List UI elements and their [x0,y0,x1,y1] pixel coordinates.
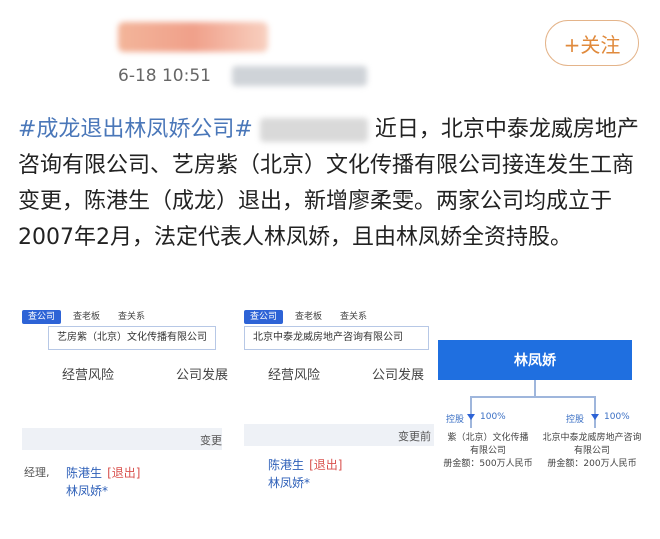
tab-business-risk[interactable]: 经营风险 [62,364,114,383]
row-role-label: 经理, [24,466,50,479]
connector-line [534,380,536,396]
company-name-line2: 有限公司 [573,446,610,456]
percent-left: 100% [480,412,506,422]
tab-company-development[interactable]: 公司发展 [176,364,228,383]
tab-company-development[interactable]: 公司发展 [372,364,424,383]
relation-label-left: 控股 [446,415,465,425]
tab-company[interactable]: 查公司 [22,310,62,324]
owner-node[interactable]: 林凤娇 [438,340,632,380]
person-row-1: 陈港生 [退出] [66,462,140,481]
post-body: #成龙退出林凤娇公司# 近日，北京中泰龙威房地产咨询有限公司、艺房紫（北京）文化… [18,112,643,256]
hashtag-link[interactable]: #成龙退出林凤娇公司# [18,117,253,142]
search-tabs: 查公司 查老板 查关系 [22,310,222,324]
exit-tag: [退出] [309,458,343,472]
connector-line [470,396,472,428]
screenshot-panel-2: 查公司 查老板 查关系 北京中泰龙威房地产咨询有限公司 [244,310,434,350]
person-row-1: 陈港生 [退出] [268,454,342,473]
tab-company[interactable]: 查公司 [244,310,284,324]
tab-relation[interactable]: 查关系 [112,310,151,324]
company-name-line2: 有限公司 [469,446,506,456]
tab-business-risk[interactable]: 经营风险 [268,364,320,383]
exit-tag: [退出] [107,466,141,480]
follow-button[interactable]: +关注 [545,20,639,66]
person-link[interactable]: 陈港生 [66,466,102,480]
company-name: 北京中泰龙威房地产咨询 [542,433,642,443]
search-tabs: 查公司 查老板 查关系 [244,310,434,324]
screenshot-panel-1: 查公司 查老板 查关系 艺房紫（北京）文化传播有限公司 [22,310,222,350]
registered-capital: 册金额：500万人民币 [443,459,533,469]
registered-capital: 册金额：200万人民币 [547,459,637,469]
person-link[interactable]: 陈港生 [268,458,304,472]
connector-line [470,396,596,398]
change-column-header: 变更前 [398,430,431,443]
mention-blurred [259,118,368,142]
change-header-band [22,428,222,450]
post-source-blurred [232,66,367,86]
post-time: 6-18 10:51 [118,66,211,86]
company-name: 紫（北京）文化传播 [447,433,529,443]
subsidiary-node-left[interactable]: 紫（北京）文化传播 有限公司 册金额：500万人民币 [438,432,538,471]
username-blurred [118,22,268,52]
relation-label-right: 控股 [566,415,585,425]
arrow-down-icon [591,414,599,420]
person-link-2[interactable]: 林凤娇* [66,482,108,499]
arrow-down-icon [467,414,475,420]
person-link-2[interactable]: 林凤娇* [268,474,310,491]
tab-relation[interactable]: 查关系 [334,310,373,324]
tab-boss[interactable]: 查老板 [67,310,106,324]
percent-right: 100% [604,412,630,422]
company-search-field[interactable]: 艺房紫（北京）文化传播有限公司 [48,326,216,350]
tab-boss[interactable]: 查老板 [289,310,328,324]
subsidiary-node-right[interactable]: 北京中泰龙威房地产咨询 有限公司 册金额：200万人民币 [542,432,642,471]
change-column-header: 变更 [200,434,222,447]
company-search-field[interactable]: 北京中泰龙威房地产咨询有限公司 [244,326,429,350]
connector-line [594,396,596,428]
